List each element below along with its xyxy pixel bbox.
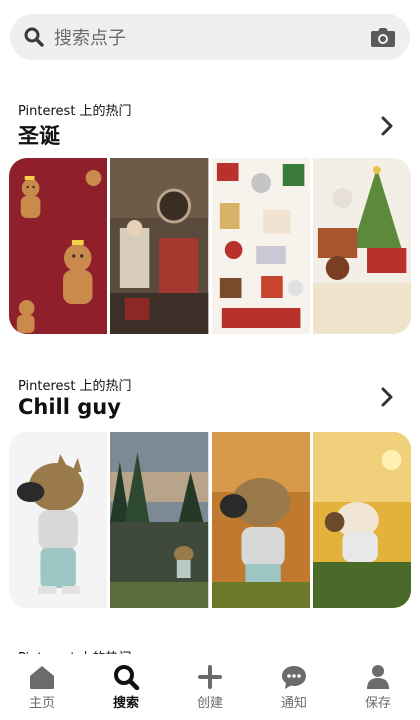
- pin-image[interactable]: [312, 432, 411, 608]
- search-input[interactable]: 搜索点子: [54, 24, 370, 50]
- search-bar[interactable]: 搜索点子: [10, 14, 410, 60]
- bottom-tab-bar: 主页 搜索 创建 通知 保存: [0, 654, 420, 720]
- plus-icon: [196, 664, 224, 690]
- tab-label: 通知: [280, 696, 307, 711]
- search-icon: [112, 664, 140, 690]
- tab-label: 保存: [364, 696, 391, 711]
- pin-image[interactable]: [211, 432, 310, 608]
- tab-create[interactable]: 创建: [175, 664, 245, 711]
- chat-bubble-icon: [280, 664, 308, 690]
- search-icon: [24, 27, 44, 47]
- section-title: 圣诞: [18, 124, 60, 148]
- pin-image[interactable]: [312, 158, 411, 334]
- tab-search[interactable]: 搜索: [91, 664, 161, 711]
- tab-notifications[interactable]: 通知: [259, 664, 329, 711]
- section-subtitle: Pinterest 上的热门: [18, 104, 132, 119]
- pin-image[interactable]: [110, 158, 209, 334]
- home-icon: [28, 664, 56, 690]
- image-strip-chill-guy[interactable]: [9, 432, 411, 608]
- chevron-right-icon[interactable]: [380, 116, 394, 136]
- pin-image[interactable]: [211, 158, 310, 334]
- tab-home[interactable]: 主页: [7, 664, 77, 711]
- tab-label: 创建: [196, 696, 223, 711]
- chevron-right-icon[interactable]: [380, 387, 394, 407]
- section-subtitle: Pinterest 上的热门: [18, 379, 132, 394]
- section-title: Chill guy: [18, 395, 121, 419]
- pin-image[interactable]: [110, 432, 209, 608]
- tab-label: 搜索: [112, 696, 139, 711]
- tab-label: 主页: [28, 696, 55, 711]
- pin-image[interactable]: [9, 432, 108, 608]
- person-icon: [364, 664, 392, 690]
- image-strip-christmas[interactable]: [9, 158, 411, 334]
- camera-icon[interactable]: [370, 26, 396, 48]
- pin-image[interactable]: [9, 158, 108, 334]
- tab-saved[interactable]: 保存: [343, 664, 413, 711]
